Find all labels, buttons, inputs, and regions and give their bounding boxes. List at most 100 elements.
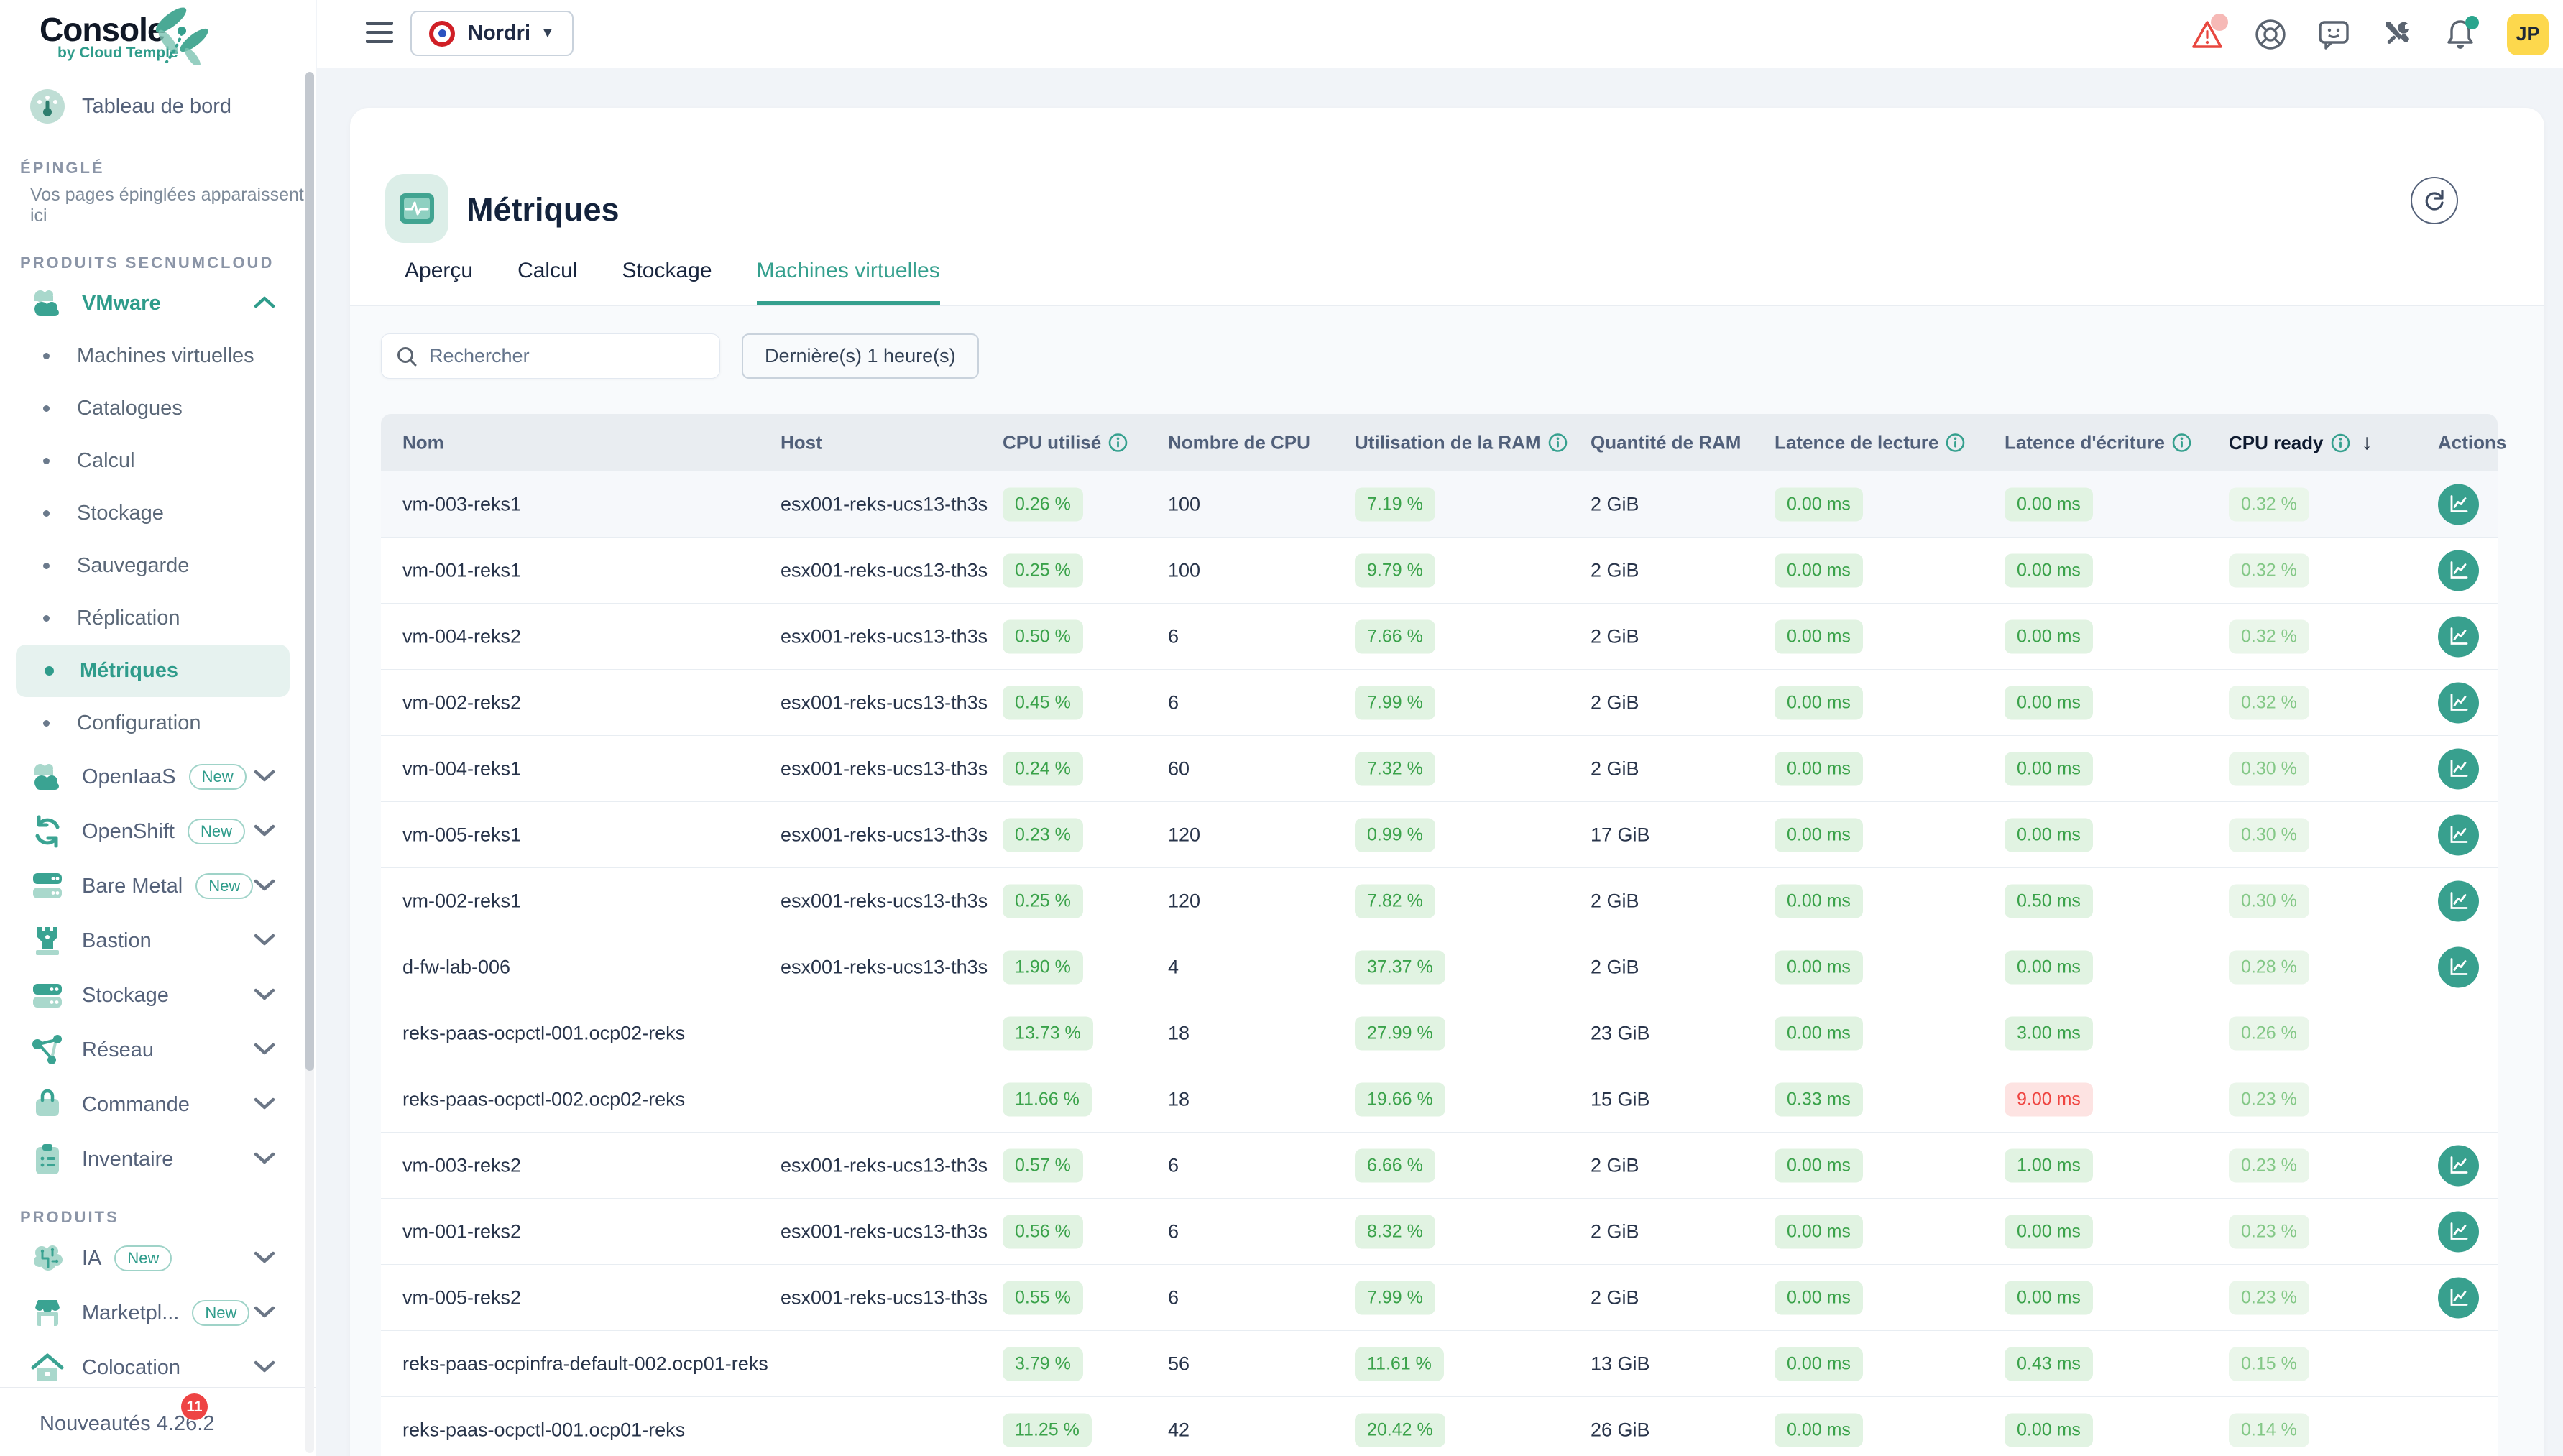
- app-logo[interactable]: Console by Cloud Temple: [0, 0, 316, 68]
- sidebar-item-m-triques[interactable]: Métriques: [16, 645, 290, 697]
- cpu-ready-badge: 0.32 %: [2229, 686, 2309, 719]
- cpu-count: 18: [1168, 1088, 1190, 1110]
- cpu-ready-value: 0.23 %: [2229, 1148, 2309, 1182]
- tab-calcul[interactable]: Calcul: [517, 259, 577, 306]
- sidebar-group-label: Commande: [82, 1093, 190, 1117]
- open-chart-button[interactable]: [2438, 616, 2479, 657]
- sidebar-group-bare-metal[interactable]: Bare MetalNew: [0, 859, 305, 913]
- ram-usage-badge: 9.79 %: [1355, 553, 1435, 587]
- vm-host: esx001-reks-ucs13-th3s: [781, 956, 988, 978]
- table-body: vm-003-reks1esx001-reks-ucs13-th3s0.26 %…: [381, 471, 2498, 1456]
- tab-aper-u[interactable]: Aperçu: [405, 259, 473, 306]
- open-chart-button[interactable]: [2438, 814, 2479, 855]
- open-chart-button[interactable]: [2438, 682, 2479, 723]
- open-chart-button[interactable]: [2438, 484, 2479, 525]
- column-header-wlat[interactable]: Latence d'écriture: [2005, 432, 2191, 454]
- write-latency-badge: 0.00 ms: [2005, 553, 2093, 587]
- open-chart-button[interactable]: [2438, 1277, 2479, 1318]
- ram-usage-badge: 7.66 %: [1355, 619, 1435, 653]
- new-badge: New: [188, 819, 245, 844]
- tab-stockage[interactable]: Stockage: [622, 259, 712, 306]
- sidebar-group-stockage[interactable]: Stockage: [0, 968, 305, 1023]
- tenant-selector[interactable]: Nordri ▼: [410, 11, 574, 56]
- user-avatar[interactable]: JP: [2507, 14, 2549, 55]
- sidebar-group-inventaire[interactable]: Inventaire: [0, 1132, 305, 1187]
- chevron-down-icon: ▼: [540, 25, 555, 42]
- sidebar-group-r-seau[interactable]: Réseau: [0, 1023, 305, 1077]
- column-header-cpu[interactable]: CPU utilisé: [1003, 432, 1128, 454]
- open-chart-button[interactable]: [2438, 946, 2479, 987]
- open-chart-button[interactable]: [2438, 550, 2479, 591]
- ram-usage-badge: 19.66 %: [1355, 1082, 1445, 1116]
- tools-icon[interactable]: [2380, 18, 2414, 51]
- write-latency-badge: 0.00 ms: [2005, 1215, 2093, 1248]
- tab-content: Dernière(s) 1 heure(s) NomHostCPU utilis…: [350, 306, 2544, 1456]
- cpu-ready-badge: 0.32 %: [2229, 619, 2309, 653]
- sidebar-group-commande[interactable]: Commande: [0, 1077, 305, 1132]
- support-lifebuoy-icon[interactable]: [2254, 18, 2287, 51]
- open-chart-button[interactable]: [2438, 748, 2479, 789]
- ram-usage-value: 9.79 %: [1355, 553, 1435, 587]
- ram-quantity: 2 GiB: [1591, 1286, 1639, 1309]
- notifications-bell-icon[interactable]: [2444, 18, 2477, 51]
- actions-cell: [2438, 1211, 2479, 1252]
- cpu-used-value: 0.25 %: [1003, 884, 1083, 918]
- search-icon: [396, 346, 418, 367]
- sidebar-group-label: OpenIaaS: [82, 765, 176, 789]
- sidebar-group-colocation[interactable]: Colocation: [0, 1340, 305, 1387]
- sidebar-group-ia[interactable]: IANew: [0, 1231, 305, 1286]
- vm-name: vm-005-reks2: [402, 1286, 521, 1309]
- sidebar-item-stockage[interactable]: Stockage: [0, 487, 305, 540]
- table-row: vm-001-reks2esx001-reks-ucs13-th3s0.56 %…: [381, 1199, 2498, 1265]
- info-icon[interactable]: [1946, 433, 1965, 453]
- cpu-used-badge: 0.23 %: [1003, 818, 1083, 852]
- sidebar-item-catalogues[interactable]: Catalogues: [0, 382, 305, 435]
- feedback-icon[interactable]: [2317, 18, 2350, 51]
- open-chart-button[interactable]: [2438, 1145, 2479, 1186]
- column-header-ready[interactable]: CPU ready↓: [2229, 430, 2373, 455]
- cpu-count: 42: [1168, 1419, 1190, 1441]
- search-input[interactable]: [429, 345, 688, 367]
- sort-desc-icon[interactable]: ↓: [2362, 430, 2373, 455]
- table-row: reks-paas-ocpinfra-default-002.ocp01-rek…: [381, 1331, 2498, 1397]
- sidebar-group-openiaas[interactable]: OpenIaaSNew: [0, 750, 305, 804]
- sidebar-item-dashboard[interactable]: Tableau de bord: [0, 81, 305, 132]
- sidebar-group-openshift[interactable]: OpenShiftNew: [0, 804, 305, 859]
- cpu-ready-value: 0.15 %: [2229, 1347, 2309, 1381]
- open-chart-button[interactable]: [2438, 880, 2479, 921]
- info-icon[interactable]: [2331, 433, 2350, 453]
- chevron-down-icon: [254, 1042, 275, 1059]
- cpu-count: 6: [1168, 1154, 1179, 1176]
- sidebar-group-marketpl-[interactable]: Marketpl...New: [0, 1286, 305, 1340]
- info-icon[interactable]: [1548, 433, 1568, 453]
- sidebar-item-label: Machines virtuelles: [77, 344, 254, 368]
- write-latency-value: 0.43 ms: [2005, 1347, 2093, 1381]
- refresh-button[interactable]: [2411, 177, 2458, 224]
- alerts-warning-icon[interactable]: [2191, 18, 2224, 51]
- sidebar-scrollbar[interactable]: [305, 72, 314, 1453]
- sidebar-item-machines-virtuelles[interactable]: Machines virtuelles: [0, 330, 305, 382]
- tab-machines-virtuelles[interactable]: Machines virtuelles: [757, 259, 940, 306]
- sidebar-group-vmware[interactable]: VMware: [0, 277, 305, 330]
- sidebar-group-label: Inventaire: [82, 1148, 173, 1171]
- column-header-label: Utilisation de la RAM: [1355, 432, 1541, 454]
- sidebar-item-r-plication[interactable]: Réplication: [0, 592, 305, 645]
- bullet-icon: [43, 563, 50, 569]
- info-icon[interactable]: [1108, 433, 1128, 453]
- sidebar-item-calcul[interactable]: Calcul: [0, 435, 305, 487]
- cpu-used-value: 11.25 %: [1003, 1413, 1092, 1447]
- sidebar-item-configuration[interactable]: Configuration: [0, 697, 305, 750]
- sidebar-item-sauvegarde[interactable]: Sauvegarde: [0, 540, 305, 592]
- info-icon[interactable]: [2172, 433, 2191, 453]
- refresh-arrows-icon: [29, 813, 66, 850]
- column-header-rlat[interactable]: Latence de lecture: [1775, 432, 1965, 454]
- ram-quantity: 17 GiB: [1591, 824, 1650, 846]
- column-header-label: Actions: [2438, 432, 2506, 454]
- whats-new-link[interactable]: Nouveautés 4.26.2 11: [0, 1387, 316, 1456]
- open-chart-button[interactable]: [2438, 1211, 2479, 1252]
- time-range-filter[interactable]: Dernière(s) 1 heure(s): [742, 333, 979, 379]
- sidebar-group-bastion[interactable]: Bastion: [0, 913, 305, 968]
- hamburger-menu-icon[interactable]: [366, 22, 393, 46]
- column-header-ram[interactable]: Utilisation de la RAM: [1355, 432, 1568, 454]
- ram-usage-value: 7.19 %: [1355, 487, 1435, 521]
